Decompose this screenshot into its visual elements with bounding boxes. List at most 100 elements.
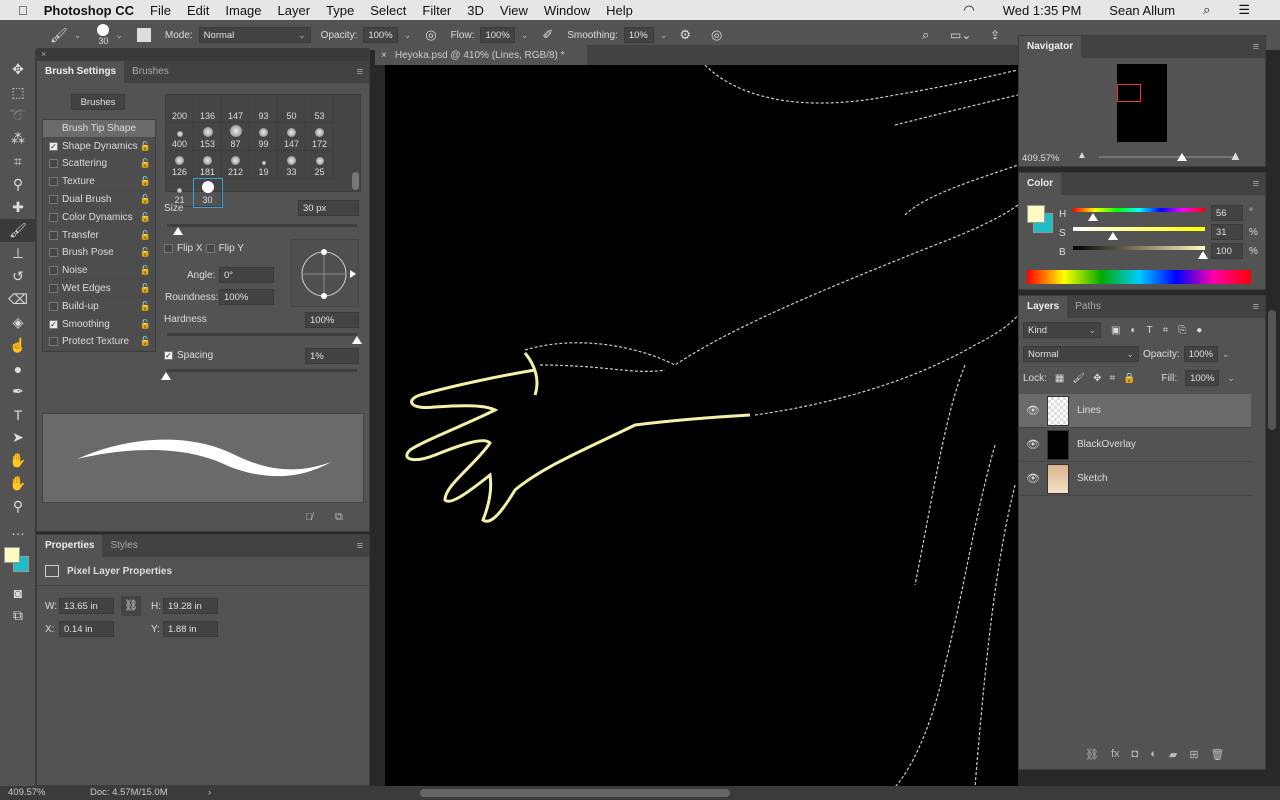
- lock-icon[interactable]: 🔓: [140, 158, 151, 169]
- menu-type[interactable]: Type: [326, 3, 354, 18]
- brush-preset[interactable]: 181: [194, 151, 222, 179]
- option-checkbox[interactable]: [49, 301, 58, 311]
- brush-preset[interactable]: 200: [166, 95, 194, 123]
- hue-slider[interactable]: [1073, 208, 1205, 212]
- brush-option-noise[interactable]: Noise 🔓: [43, 262, 155, 281]
- menu-help[interactable]: Help: [606, 3, 633, 18]
- size-slider[interactable]: [167, 224, 357, 227]
- user-name[interactable]: Sean Allum: [1109, 3, 1175, 18]
- brush-option-color-dynamics[interactable]: Color Dynamics 🔓: [43, 209, 155, 227]
- lock-icon[interactable]: 🔓: [140, 265, 151, 276]
- path-select-tool-icon[interactable]: ➤: [0, 426, 36, 449]
- preset-scrollbar[interactable]: [352, 172, 359, 190]
- angle-field[interactable]: 0°: [219, 267, 274, 283]
- eraser-tool-icon[interactable]: ⌫: [0, 288, 36, 311]
- brush-preset[interactable]: 153: [194, 123, 222, 151]
- lock-all-icon[interactable]: 🔒: [1123, 373, 1135, 384]
- lock-icon[interactable]: 🔓: [140, 212, 151, 223]
- brush-option-scattering[interactable]: Scattering 🔓: [43, 156, 155, 174]
- layer-row[interactable]: 👁 Lines: [1019, 394, 1251, 428]
- option-checkbox[interactable]: [49, 266, 58, 276]
- new-layer-icon[interactable]: ⊞: [1189, 748, 1198, 761]
- spacing-slider[interactable]: [167, 369, 357, 372]
- brush-option-smoothing[interactable]: ✓ Smoothing 🔓: [43, 316, 155, 334]
- lock-icon[interactable]: 🔓: [140, 336, 151, 347]
- horizontal-scrollbar[interactable]: [420, 789, 730, 797]
- lock-icon[interactable]: 🔓: [140, 194, 151, 205]
- tab-properties[interactable]: Properties: [37, 535, 103, 557]
- brush-preset[interactable]: 212: [222, 151, 250, 179]
- share-icon[interactable]: ⇪: [990, 28, 1000, 42]
- option-checkbox[interactable]: [49, 177, 58, 187]
- pressure-opacity-icon[interactable]: ◎: [425, 27, 436, 43]
- mode-select[interactable]: Normal ⌄: [198, 27, 311, 43]
- lock-icon[interactable]: 🔓: [140, 141, 151, 152]
- brush-preset[interactable]: 147: [278, 123, 306, 151]
- link-layers-icon[interactable]: ⛓: [1085, 748, 1099, 761]
- lock-pixels-icon[interactable]: 🖌: [1072, 373, 1085, 384]
- lock-icon[interactable]: 🔓: [140, 319, 151, 330]
- add-mask-icon[interactable]: ◘: [1132, 748, 1139, 761]
- pen-tool-icon[interactable]: ✒: [0, 380, 36, 403]
- lock-icon[interactable]: 🔓: [140, 301, 151, 312]
- dodge-tool-icon[interactable]: ●: [0, 357, 36, 380]
- more-tools-icon[interactable]: …: [0, 518, 36, 541]
- option-checkbox[interactable]: ✓: [49, 319, 58, 329]
- tab-styles[interactable]: Styles: [102, 535, 145, 557]
- lock-icon[interactable]: 🔓: [140, 283, 151, 294]
- fill-field[interactable]: 100%: [1185, 370, 1220, 386]
- canvas-area[interactable]: [375, 65, 1018, 787]
- toggle-live-tip-icon[interactable]: 👁̸: [305, 512, 313, 523]
- brush-tip-shape[interactable]: Brush Tip Shape: [43, 120, 155, 138]
- new-group-icon[interactable]: ▰: [1169, 748, 1177, 761]
- menu-view[interactable]: View: [500, 3, 528, 18]
- close-icon[interactable]: ×: [381, 50, 387, 61]
- brush-option-wet-edges[interactable]: Wet Edges 🔓: [43, 280, 155, 298]
- flow-field[interactable]: 100%: [480, 27, 515, 43]
- list-icon[interactable]: ☰: [1238, 2, 1250, 18]
- type-tool-icon[interactable]: T: [0, 403, 36, 426]
- search-icon[interactable]: ⌕: [1203, 2, 1210, 18]
- panel-menu-icon[interactable]: ≡: [1253, 301, 1259, 313]
- crop-tool-icon[interactable]: ⌗: [0, 150, 36, 173]
- history-brush-tool-icon[interactable]: ↺: [0, 265, 36, 288]
- hand-tool-icon[interactable]: ✋: [0, 472, 36, 495]
- brush-option-dual-brush[interactable]: Dual Brush 🔓: [43, 191, 155, 209]
- brush-preset-picker[interactable]: 30: [97, 24, 110, 46]
- hue-field[interactable]: 56: [1211, 205, 1243, 221]
- document-tab[interactable]: × Heyoka.psd @ 410% (Lines, RGB/8) *: [375, 45, 587, 65]
- opacity-field[interactable]: 100%: [363, 27, 398, 43]
- width-field[interactable]: 13.65 in: [59, 598, 114, 614]
- brush-option-protect-texture[interactable]: Protect Texture 🔓: [43, 334, 155, 352]
- magic-wand-tool-icon[interactable]: ⁂: [0, 127, 36, 150]
- brush-preset[interactable]: 126: [166, 151, 194, 179]
- x-field[interactable]: 0.14 in: [59, 621, 114, 637]
- visibility-eye-icon[interactable]: 👁: [1019, 438, 1047, 451]
- search-icon[interactable]: ⌕: [922, 27, 929, 43]
- option-checkbox[interactable]: [49, 195, 58, 205]
- hardness-field[interactable]: 100%: [305, 312, 359, 328]
- marquee-tool-icon[interactable]: ⬚: [0, 81, 36, 104]
- navigator-zoom-slider[interactable]: [1099, 156, 1235, 158]
- tab-brush-settings[interactable]: Brush Settings: [37, 61, 125, 83]
- panel-menu-icon[interactable]: ≡: [1253, 41, 1259, 53]
- airbrush-icon[interactable]: ✐: [542, 27, 553, 43]
- navigator-view-box[interactable]: [1117, 84, 1141, 102]
- menu-3d[interactable]: 3D: [467, 3, 484, 18]
- layer-row[interactable]: 👁 BlackOverlay: [1019, 428, 1251, 462]
- panel-scrollbar[interactable]: [1268, 310, 1276, 430]
- brush-tool-icon[interactable]: 🖌: [0, 219, 36, 242]
- brushes-button[interactable]: Brushes: [71, 94, 125, 110]
- height-field[interactable]: 19.28 in: [163, 598, 218, 614]
- lock-icon[interactable]: 🔓: [140, 247, 151, 258]
- zoom-in-icon[interactable]: ▲: [1229, 148, 1242, 163]
- link-icon[interactable]: ⛓: [121, 596, 141, 616]
- smoothing-field[interactable]: 10%: [623, 27, 654, 43]
- navigator-zoom[interactable]: 409.57%: [1022, 153, 1060, 164]
- panel-close-icon[interactable]: ×: [37, 49, 369, 61]
- option-checkbox[interactable]: [49, 284, 58, 294]
- workspace-icon[interactable]: ▭⌄: [950, 28, 971, 42]
- brush-panel-toggle[interactable]: [136, 28, 151, 42]
- gear-icon[interactable]: ⚙: [679, 27, 691, 43]
- brightness-field[interactable]: 100: [1211, 243, 1243, 259]
